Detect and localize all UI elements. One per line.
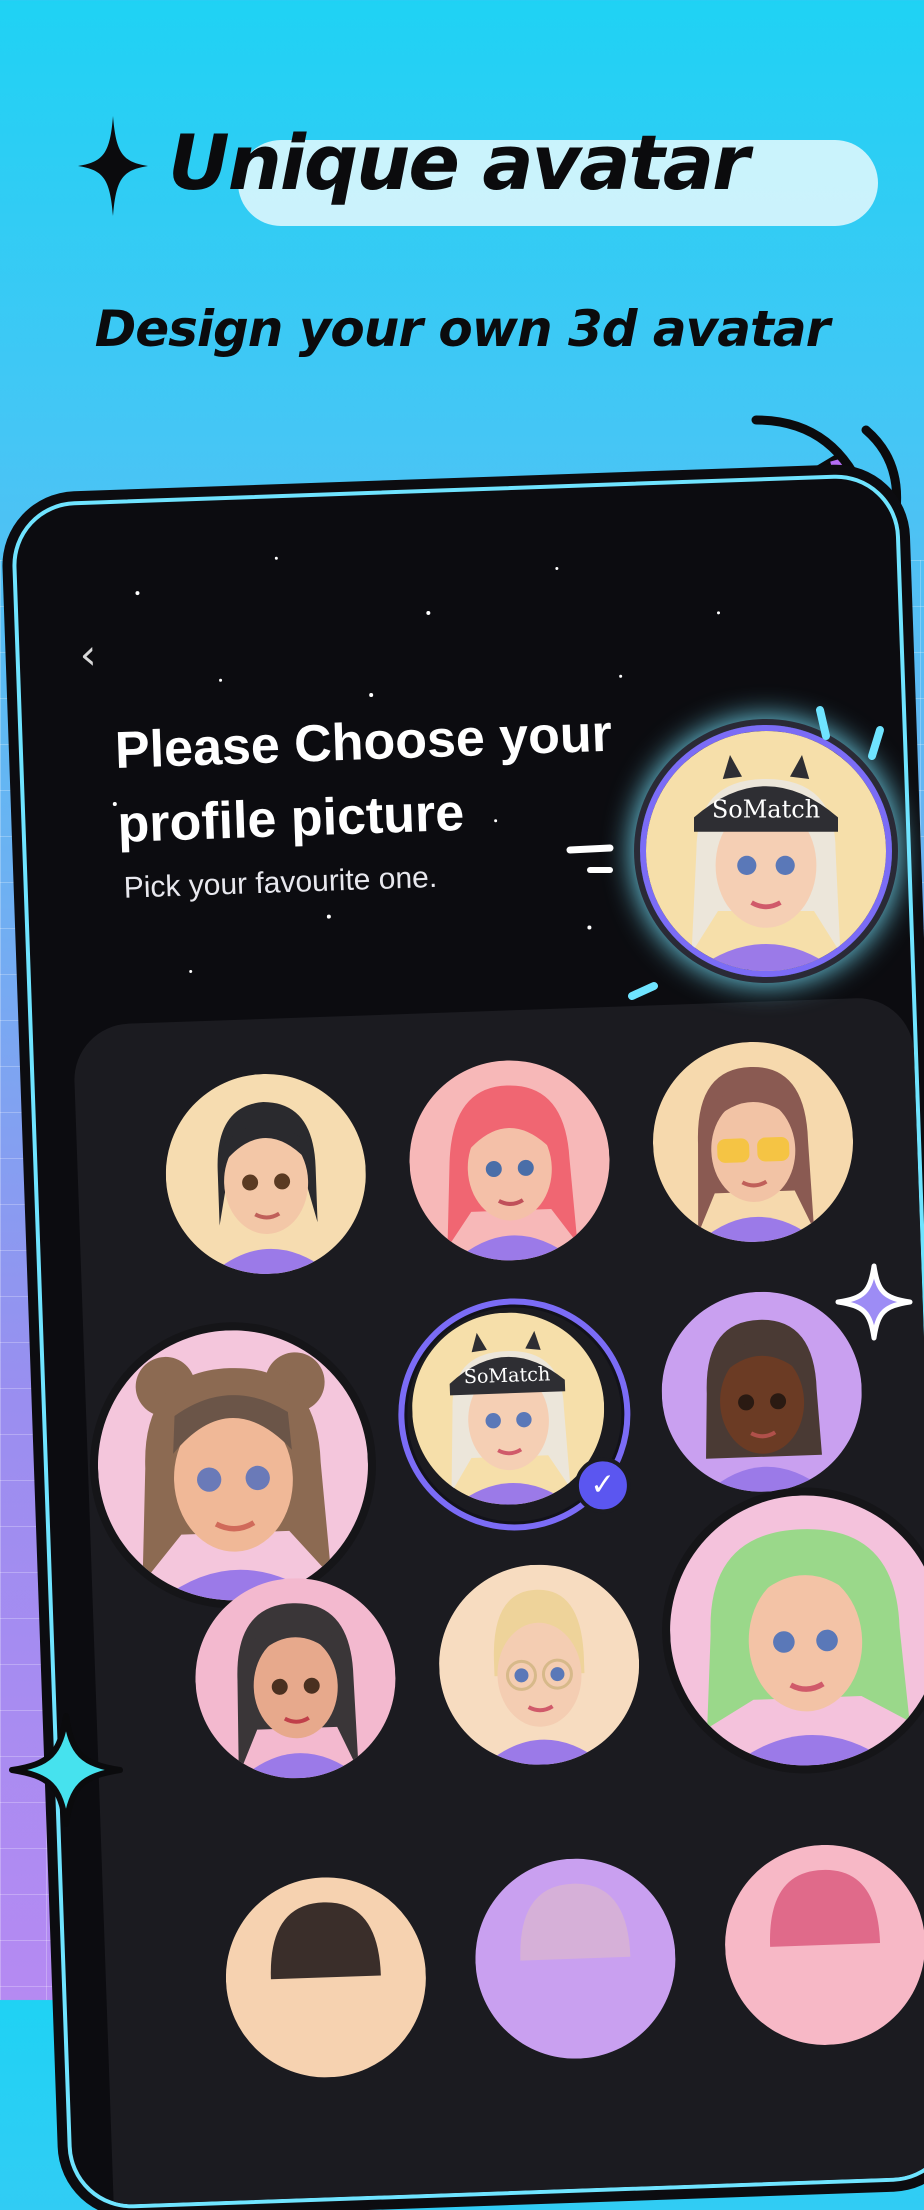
headline-subtitle: Design your own 3d avatar [94,300,831,358]
screen-subtitle: Pick your favourite one. [123,860,438,905]
svg-text:SoMatch: SoMatch [463,1362,550,1388]
sparkle-icon [78,116,148,216]
selected-avatar-preview: SoMatch [640,725,892,977]
back-button[interactable]: ‹ [79,630,120,680]
headline-title: Unique avatar [168,118,750,207]
svg-text:SoMatch: SoMatch [712,795,820,823]
screen-title: Please Choose your profile picture [113,704,613,854]
avatar-image: SoMatch [646,731,886,971]
headline: Unique avatar [78,110,878,230]
